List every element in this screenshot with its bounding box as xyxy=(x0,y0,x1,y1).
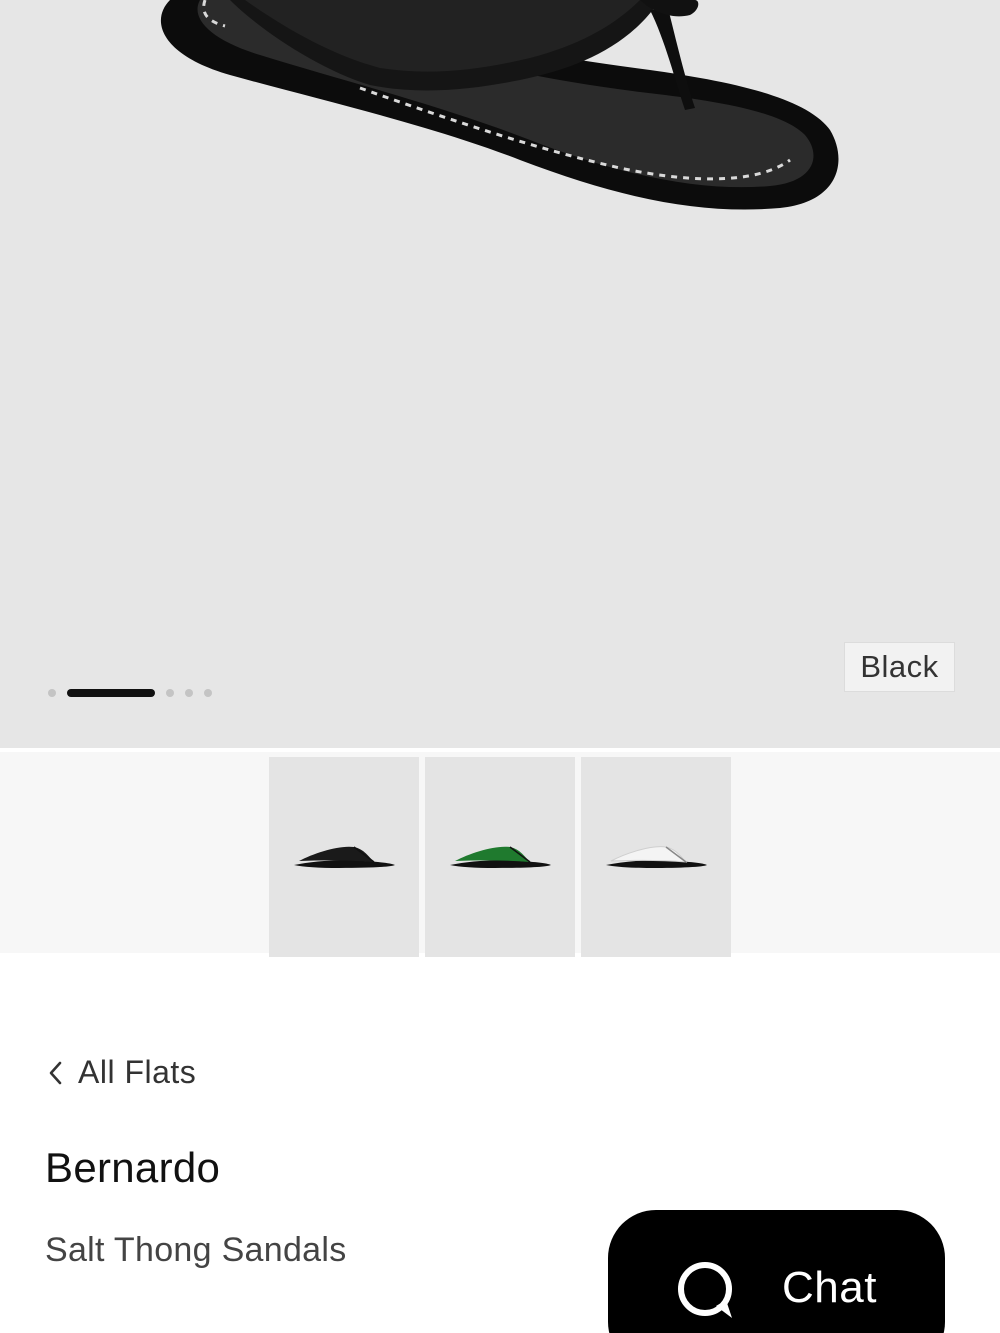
thumbnail-black[interactable] xyxy=(269,757,419,957)
carousel-pagination[interactable] xyxy=(48,688,223,698)
chat-button[interactable]: Chat xyxy=(608,1210,945,1333)
thumbnail-green[interactable] xyxy=(425,757,575,957)
sandal-thumbnail-image xyxy=(450,846,551,868)
sandal-thumbnail-image xyxy=(294,846,395,868)
carousel-dot[interactable] xyxy=(185,689,193,697)
chat-button-label: Chat xyxy=(782,1263,877,1312)
product-brand: Bernardo xyxy=(45,1144,221,1191)
back-to-category-link[interactable]: All Flats xyxy=(44,1054,196,1091)
carousel-dot[interactable] xyxy=(166,689,174,697)
product-image-gallery[interactable]: Black xyxy=(0,0,1000,748)
carousel-dot[interactable] xyxy=(204,689,212,697)
chat-bubble-icon xyxy=(678,1262,732,1318)
chevron-left-icon xyxy=(49,1061,62,1084)
carousel-dot[interactable] xyxy=(48,689,56,697)
back-link-label: All Flats xyxy=(78,1054,197,1090)
sandal-thumbnail-image xyxy=(606,846,707,868)
selected-color-badge: Black xyxy=(844,642,955,692)
color-thumbnail-strip xyxy=(0,748,1000,957)
product-name: Salt Thong Sandals xyxy=(45,1231,347,1269)
carousel-dot-active[interactable] xyxy=(67,689,155,697)
thumbnail-white[interactable] xyxy=(581,757,731,957)
product-image-sandal xyxy=(160,0,839,210)
